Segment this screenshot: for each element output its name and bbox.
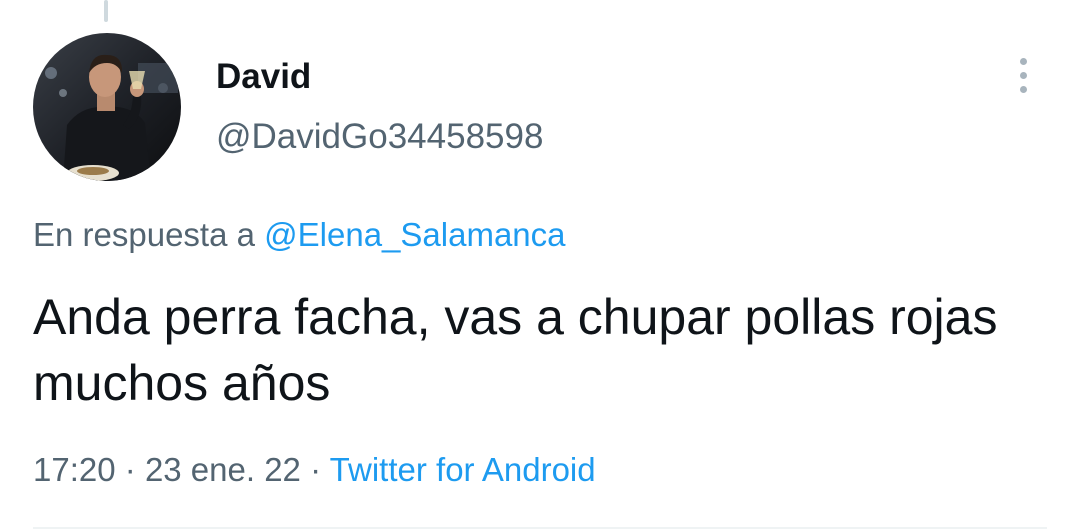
tweet-time[interactable]: 17:20: [33, 451, 116, 488]
thread-connector-line: [104, 0, 108, 22]
display-name[interactable]: David: [216, 56, 311, 98]
tweet-meta: 17:20 · 23 ene. 22 · Twitter for Android: [33, 448, 596, 492]
avatar[interactable]: [33, 33, 181, 181]
meta-separator: ·: [124, 451, 136, 488]
reply-context: En respuesta a @Elena_Salamanca: [33, 214, 566, 256]
more-vertical-icon: [1020, 58, 1027, 65]
tweet-source-link[interactable]: Twitter for Android: [330, 451, 596, 488]
divider: [33, 527, 1047, 529]
reply-mention-link[interactable]: @Elena_Salamanca: [264, 216, 565, 253]
user-handle[interactable]: @DavidGo34458598: [216, 116, 543, 158]
more-vertical-icon: [1020, 86, 1027, 93]
reply-prefix: En respuesta a: [33, 216, 255, 253]
more-options-button[interactable]: [1004, 56, 1044, 96]
more-vertical-icon: [1020, 72, 1027, 79]
meta-separator: ·: [310, 451, 322, 488]
tweet-text: Anda perra facha, vas a chupar pollas ro…: [33, 289, 998, 411]
profile-photo-icon: [33, 33, 181, 181]
tweet-date[interactable]: 23 ene. 22: [145, 451, 301, 488]
